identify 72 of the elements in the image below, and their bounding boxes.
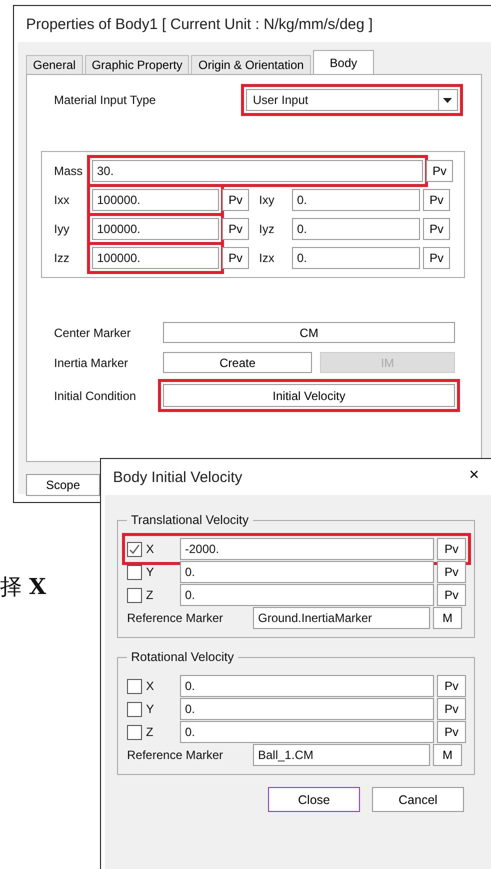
- field-label: Reference Marker: [127, 748, 224, 762]
- axis-label: Z: [145, 725, 154, 739]
- inertia-field[interactable]: 100000.: [92, 218, 219, 240]
- checkbox[interactable]: [127, 542, 142, 556]
- tab[interactable]: Body: [312, 50, 374, 74]
- window-title: Body Initial Velocity: [112, 468, 244, 488]
- mass-field[interactable]: 30.: [92, 160, 423, 182]
- inertia-field[interactable]: 100000.: [92, 189, 219, 211]
- inertia-field[interactable]: 100000.: [92, 247, 219, 269]
- field-label: Mass: [54, 164, 84, 178]
- checkbox[interactable]: [127, 564, 142, 580]
- inertia-field[interactable]: 0.: [292, 247, 420, 269]
- axis-label: X: [145, 679, 156, 693]
- material-type-dropdown[interactable]: User Input: [246, 89, 458, 111]
- inertia-field[interactable]: 0.: [292, 189, 420, 211]
- axis-label: Y: [145, 565, 156, 579]
- dropdown-arrow-icon: [443, 98, 452, 102]
- pv-button[interactable]: Pv: [423, 189, 450, 211]
- tab[interactable]: Origin & Orientation: [191, 55, 311, 74]
- marker-button[interactable]: M: [433, 607, 462, 629]
- scope-button[interactable]: Scope: [26, 474, 100, 496]
- field-label: Ixx: [54, 193, 70, 207]
- velocity-field[interactable]: -2000.: [180, 538, 434, 560]
- reference-marker-field[interactable]: Ball_1.CM: [253, 744, 430, 766]
- velocity-field[interactable]: 0.: [180, 675, 434, 697]
- pv-button[interactable]: Pv: [437, 721, 466, 743]
- pv-button[interactable]: Pv: [222, 247, 249, 269]
- pv-button[interactable]: Pv: [222, 189, 249, 211]
- velocity-field[interactable]: 0.: [180, 721, 434, 743]
- checkbox[interactable]: [127, 678, 142, 694]
- dialog-button[interactable]: Close: [268, 787, 360, 812]
- field-label: Inertia Marker: [54, 356, 130, 370]
- field-label: Ixy: [258, 193, 276, 207]
- checkbox[interactable]: [127, 702, 142, 716]
- marker-button[interactable]: Create: [163, 352, 312, 373]
- velocity-field[interactable]: 0.: [180, 698, 434, 720]
- pv-button[interactable]: Pv: [437, 675, 466, 697]
- center-marker-button[interactable]: CM: [163, 322, 455, 343]
- document-text: 择 X: [0, 573, 46, 602]
- velocity-field[interactable]: 0.: [180, 584, 434, 606]
- pv-button[interactable]: Pv: [437, 584, 466, 606]
- checkbox[interactable]: [127, 724, 142, 740]
- reference-marker-field[interactable]: Ground.InertiaMarker: [253, 607, 430, 629]
- field-label: Iyz: [258, 222, 276, 236]
- velocity-field[interactable]: 0.: [180, 561, 434, 583]
- inertia-field[interactable]: 0.: [292, 218, 420, 240]
- dialog-button[interactable]: Cancel: [372, 787, 464, 812]
- group-title: Rotational Velocity: [130, 650, 235, 664]
- field-label: Initial Condition: [54, 388, 138, 402]
- axis-label: Y: [145, 702, 156, 716]
- pv-button[interactable]: Pv: [423, 247, 450, 269]
- window-title: Properties of Body1 [ Current Unit : N/kg/mm/s/deg ]: [25, 15, 374, 35]
- pv-button[interactable]: Pv: [437, 561, 466, 583]
- field-label: Izx: [258, 251, 276, 265]
- tab[interactable]: General: [26, 55, 83, 74]
- field-label: Center Marker: [54, 326, 132, 340]
- checkbox[interactable]: [127, 588, 142, 602]
- field-label: Reference Marker: [127, 611, 224, 625]
- pv-button[interactable]: Pv: [437, 538, 466, 560]
- field-label: Material Input Type: [54, 93, 156, 107]
- axis-label: X: [145, 542, 156, 556]
- pv-button[interactable]: Pv: [222, 218, 249, 240]
- field-label: Iyy: [54, 222, 70, 236]
- tab[interactable]: Graphic Property: [84, 55, 190, 74]
- initial-velocity-button[interactable]: Initial Velocity: [163, 384, 455, 407]
- pv-button[interactable]: Pv: [437, 698, 466, 720]
- field-label: Izz: [54, 251, 70, 265]
- marker-button[interactable]: M: [433, 744, 462, 766]
- group-title: Translational Velocity: [130, 513, 250, 527]
- pv-button[interactable]: Pv: [426, 160, 453, 182]
- axis-label: Z: [145, 588, 154, 602]
- pv-button[interactable]: Pv: [423, 218, 450, 240]
